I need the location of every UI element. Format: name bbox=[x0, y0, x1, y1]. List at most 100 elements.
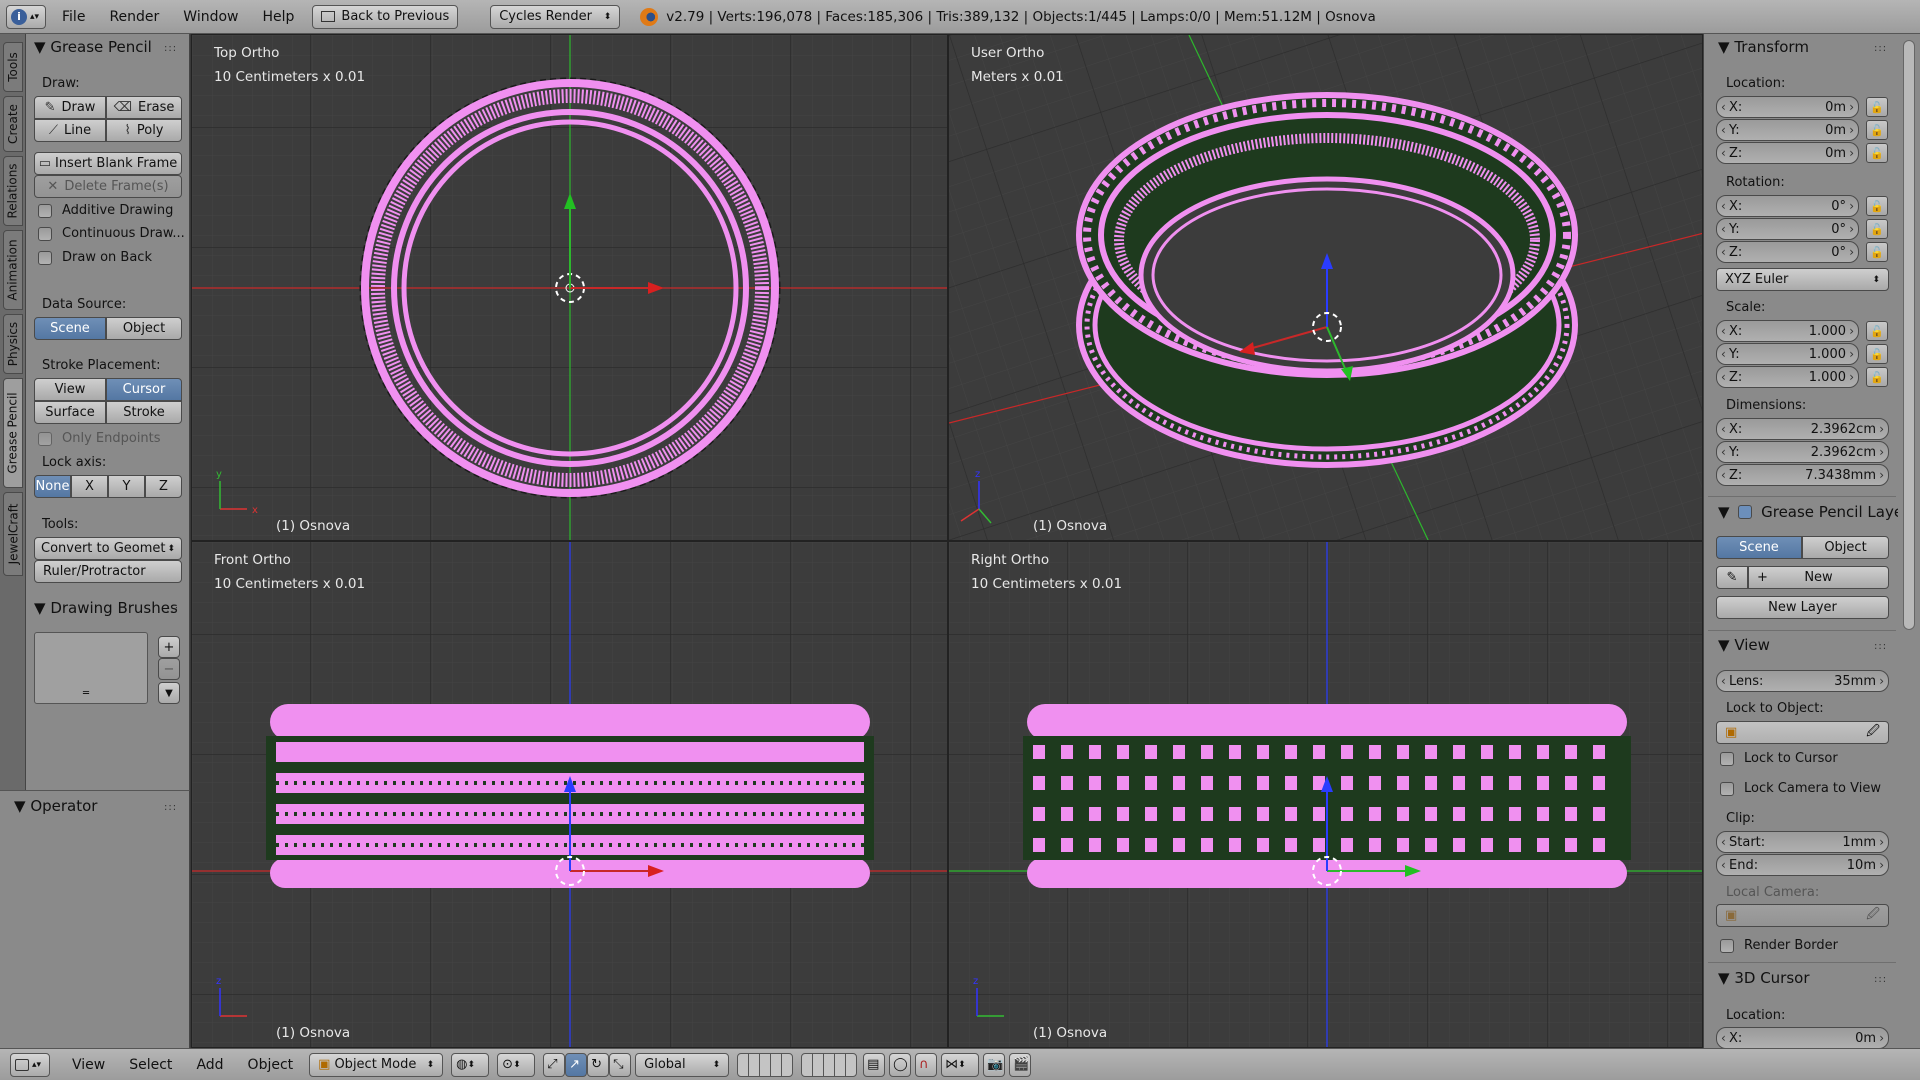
lock-axis-none-button[interactable]: None bbox=[34, 475, 71, 498]
placement-cursor-button[interactable]: Cursor bbox=[106, 378, 182, 401]
menu-add[interactable]: Add bbox=[184, 1057, 235, 1073]
rotation-y-field[interactable]: Y:0° bbox=[1716, 218, 1859, 240]
erase-button[interactable]: ⌫ Erase bbox=[106, 96, 182, 119]
drag-handle-icon[interactable]: ::: bbox=[164, 802, 177, 813]
tab-animation[interactable]: Animation bbox=[3, 230, 23, 310]
viewport-user-ortho[interactable]: z User Ortho Meters x 0.01 (1) Osnova bbox=[948, 34, 1703, 541]
menu-file[interactable]: File bbox=[50, 9, 97, 25]
opengl-render-animation-button[interactable]: 🎬 bbox=[1009, 1052, 1032, 1077]
ruler-protractor-button[interactable]: Ruler/Protractor bbox=[34, 560, 182, 583]
lock-to-object-field[interactable]: ▣ 🖉 bbox=[1716, 721, 1889, 744]
tab-jewelcraft[interactable]: JewelCraft bbox=[3, 492, 23, 576]
snap-element-button[interactable]: ⋈ ⬍ bbox=[941, 1052, 980, 1077]
editor-type-button[interactable]: ▴▾ bbox=[10, 1052, 50, 1077]
manipulator-toggle-button[interactable]: ⤢ bbox=[543, 1052, 566, 1077]
only-endpoints-checkbox[interactable] bbox=[38, 432, 52, 446]
location-x-field[interactable]: X:0m bbox=[1716, 96, 1859, 118]
dimension-y-field[interactable]: Y:2.3962cm bbox=[1716, 441, 1889, 463]
insert-blank-frame-button[interactable]: ▭ Insert Blank Frame bbox=[34, 152, 182, 175]
lock-icon[interactable]: 🔓 bbox=[1866, 367, 1888, 387]
data-source-scene-button[interactable]: Scene bbox=[34, 317, 106, 340]
eyedropper-icon[interactable]: 🖉 bbox=[1866, 722, 1880, 744]
tab-relations[interactable]: Relations bbox=[3, 156, 23, 226]
lock-icon[interactable]: 🔓 bbox=[1866, 219, 1888, 239]
lock-axis-z-button[interactable]: Z bbox=[145, 475, 182, 498]
menu-object[interactable]: Object bbox=[236, 1057, 306, 1073]
grease-pencil-panel-header[interactable]: ▼ Grease Pencil bbox=[34, 38, 152, 56]
render-border-checkbox[interactable] bbox=[1720, 939, 1734, 953]
dimension-x-field[interactable]: X:2.3962cm bbox=[1716, 418, 1889, 440]
placement-surface-button[interactable]: Surface bbox=[34, 401, 106, 424]
lock-icon[interactable]: 🔓 bbox=[1866, 120, 1888, 140]
draw-button[interactable]: ✎ Draw bbox=[34, 96, 106, 119]
drag-handle-icon[interactable]: ::: bbox=[166, 604, 179, 615]
menu-window[interactable]: Window bbox=[171, 9, 250, 25]
viewport-shading-button[interactable]: ◍ ⬍ bbox=[451, 1052, 490, 1077]
lock-camera-to-view-checkbox[interactable] bbox=[1720, 782, 1734, 796]
cursor-x-field[interactable]: X:0m bbox=[1716, 1027, 1889, 1048]
lens-field[interactable]: Lens:35mm bbox=[1716, 670, 1889, 692]
viewport-top-ortho[interactable]: x y Top Ortho 10 Centimeters x 0.01 (1) … bbox=[191, 34, 948, 541]
gp-layers-object-button[interactable]: Object bbox=[1802, 536, 1889, 559]
lock-icon[interactable]: 🔓 bbox=[1866, 196, 1888, 216]
rotation-mode-select[interactable]: XYZ Euler ⬍ bbox=[1716, 268, 1889, 291]
data-source-object-button[interactable]: Object bbox=[106, 317, 182, 340]
additive-drawing-checkbox[interactable] bbox=[38, 204, 52, 218]
lock-axis-x-button[interactable]: X bbox=[71, 475, 108, 498]
delete-frames-button[interactable]: ✕ Delete Frame(s) bbox=[34, 175, 182, 198]
operator-panel-header[interactable]: ▼ Operator bbox=[14, 797, 97, 815]
transform-orientation-select[interactable]: Global ⬍ bbox=[635, 1052, 730, 1077]
gp-layers-enable-checkbox[interactable] bbox=[1738, 505, 1753, 519]
back-to-previous-button[interactable]: Back to Previous bbox=[312, 4, 459, 29]
dimension-z-field[interactable]: Z:7.3438mm bbox=[1716, 464, 1889, 486]
render-engine-select[interactable]: Cycles Render ⬍ bbox=[490, 4, 621, 29]
continuous-draw-checkbox[interactable] bbox=[38, 227, 52, 241]
brush-specials-button[interactable]: ▼ bbox=[158, 682, 180, 704]
local-camera-field[interactable]: ▣ 🖉 bbox=[1716, 904, 1889, 927]
line-button[interactable]: ⟋ Line bbox=[34, 119, 106, 142]
tab-tools[interactable]: Tools bbox=[3, 42, 23, 92]
location-y-field[interactable]: Y:0m bbox=[1716, 119, 1859, 141]
menu-render[interactable]: Render bbox=[97, 9, 171, 25]
rotation-z-field[interactable]: Z:0° bbox=[1716, 241, 1859, 263]
rotation-x-field[interactable]: X:0° bbox=[1716, 195, 1859, 217]
drag-handle-icon[interactable]: ::: bbox=[1874, 641, 1887, 652]
placement-stroke-button[interactable]: Stroke bbox=[106, 401, 182, 424]
gp-data-browse-button[interactable]: ✎ bbox=[1716, 566, 1748, 589]
view-panel-header[interactable]: ▼ View bbox=[1718, 636, 1770, 654]
mode-select[interactable]: ▣ Object Mode ⬍ bbox=[309, 1052, 444, 1077]
location-z-field[interactable]: Z:0m bbox=[1716, 142, 1859, 164]
properties-scrollbar-thumb[interactable] bbox=[1903, 40, 1915, 630]
lock-axis-y-button[interactable]: Y bbox=[108, 475, 145, 498]
pivot-point-button[interactable]: ⊙ ⬍ bbox=[497, 1052, 536, 1077]
opengl-render-button[interactable]: 📷 bbox=[983, 1052, 1006, 1077]
layers-grid-1[interactable] bbox=[737, 1052, 794, 1077]
lock-icon[interactable]: 🔓 bbox=[1866, 97, 1888, 117]
menu-view[interactable]: View bbox=[60, 1057, 117, 1073]
proportional-edit-button[interactable]: ◯ bbox=[889, 1052, 912, 1077]
scale-manipulator-button[interactable]: ⤡ bbox=[609, 1052, 632, 1077]
snap-toggle-button[interactable]: ∩ bbox=[915, 1052, 938, 1077]
draw-on-back-checkbox[interactable] bbox=[38, 251, 52, 265]
tab-create[interactable]: Create bbox=[3, 96, 23, 152]
scale-x-field[interactable]: X:1.000 bbox=[1716, 320, 1859, 342]
layers-grid-2[interactable] bbox=[801, 1052, 858, 1077]
tab-physics[interactable]: Physics bbox=[3, 314, 23, 374]
resize-handle-icon[interactable]: ═ bbox=[83, 688, 89, 699]
menu-select[interactable]: Select bbox=[117, 1057, 184, 1073]
3d-cursor-panel-header[interactable]: ▼ 3D Cursor bbox=[1718, 969, 1810, 987]
clip-end-field[interactable]: End:10m bbox=[1716, 854, 1889, 876]
drag-handle-icon[interactable]: ::: bbox=[1874, 43, 1887, 54]
lock-to-cursor-checkbox[interactable] bbox=[1720, 752, 1734, 766]
drag-handle-icon[interactable]: ::: bbox=[1874, 974, 1887, 985]
remove-brush-button[interactable]: − bbox=[158, 658, 180, 680]
translate-manipulator-button[interactable]: ↗ bbox=[565, 1052, 588, 1077]
poly-button[interactable]: ⌇ Poly bbox=[106, 119, 182, 142]
scale-z-field[interactable]: Z:1.000 bbox=[1716, 366, 1859, 388]
placement-view-button[interactable]: View bbox=[34, 378, 106, 401]
new-layer-button[interactable]: New Layer bbox=[1716, 596, 1889, 619]
drag-handle-icon[interactable]: ::: bbox=[164, 43, 177, 54]
info-editor-type-button[interactable]: i ▴▾ bbox=[6, 4, 46, 29]
scale-y-field[interactable]: Y:1.000 bbox=[1716, 343, 1859, 365]
lock-layers-button[interactable]: ▤ bbox=[863, 1052, 886, 1077]
